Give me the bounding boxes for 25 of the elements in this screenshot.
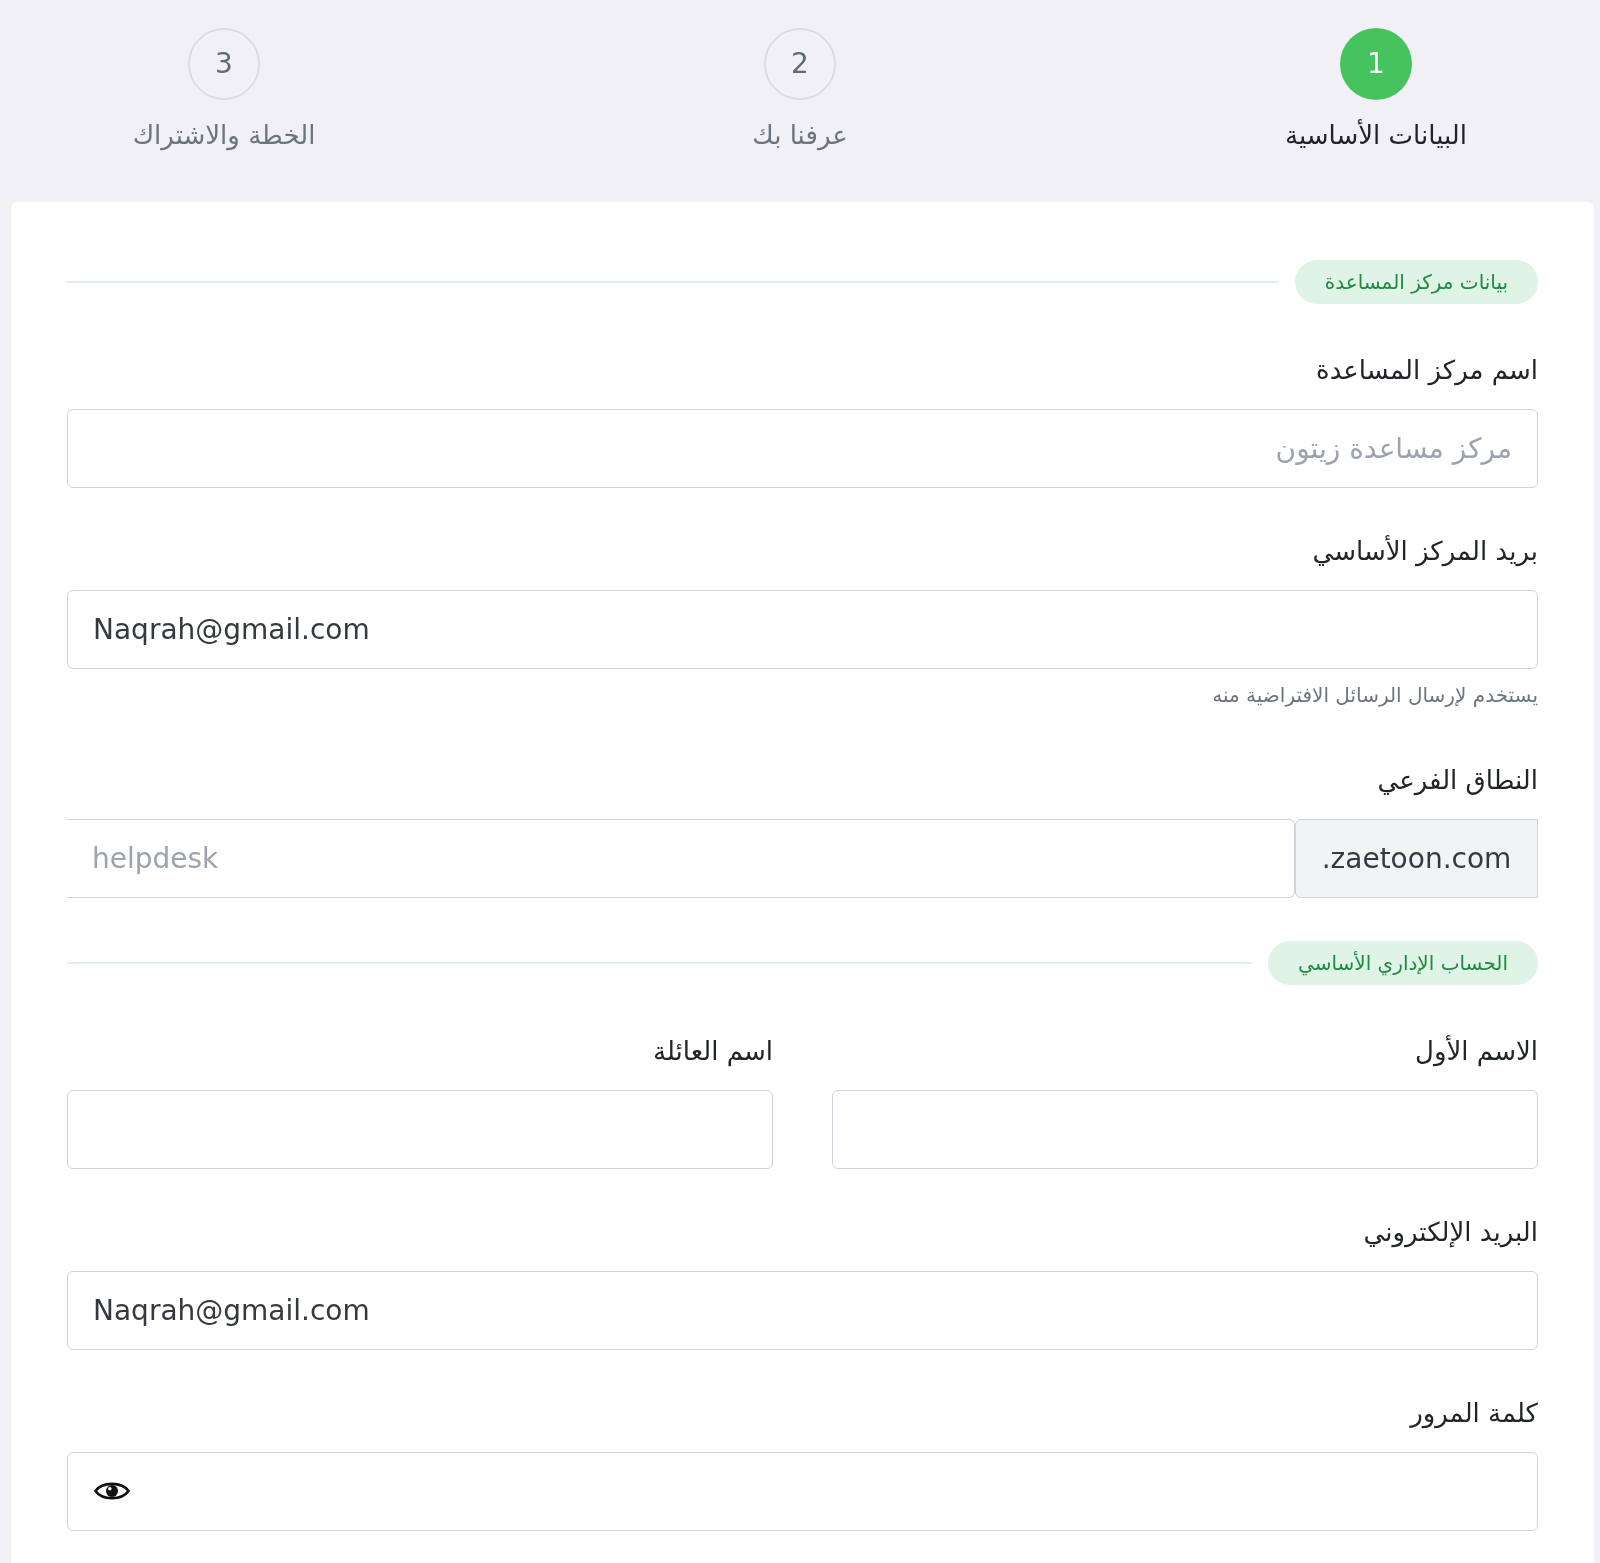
step-number: 1	[1340, 28, 1412, 100]
field-label: الاسم الأول	[1415, 1034, 1538, 1069]
field-label: النطاق الفرعي	[1377, 764, 1538, 798]
input-field[interactable]: helpdesk	[67, 819, 1295, 898]
section-title: بيانات مركز المساعدة	[1294, 260, 1538, 304]
domain-suffix: .zaetoon.com	[1295, 819, 1538, 898]
input-field[interactable]: Naqrah@gmail.com	[67, 590, 1538, 669]
field-label: البريد الإلكتروني	[1363, 1216, 1538, 1250]
field-label: بريد المركز الأساسي	[1312, 534, 1538, 569]
input-field[interactable]: Naqrah@gmail.com	[67, 1271, 1538, 1350]
step-number: 3	[188, 28, 260, 100]
field-label: كلمة المرور	[1410, 1397, 1538, 1431]
help-text: يستخدم لإرسال الرسائل الافتراضية منه	[1212, 682, 1538, 709]
field-label: اسم مركز المساعدة	[1316, 354, 1538, 388]
eye-icon[interactable]	[94, 1480, 130, 1502]
password-field[interactable]	[67, 1452, 1538, 1531]
step-number: 2	[764, 28, 836, 100]
field-label: اسم العائلة	[653, 1035, 773, 1069]
input-field[interactable]	[67, 1090, 773, 1169]
input-field[interactable]: مركز مساعدة زيتون	[67, 409, 1538, 488]
step-label: الخطة والاشتراك	[132, 119, 316, 153]
section-title: الحساب الإداري الأساسي	[1267, 941, 1538, 985]
step-label: البيانات الأساسية	[1285, 118, 1467, 152]
input-field[interactable]	[832, 1090, 1538, 1169]
step-label: عرفنا بك	[752, 119, 848, 153]
